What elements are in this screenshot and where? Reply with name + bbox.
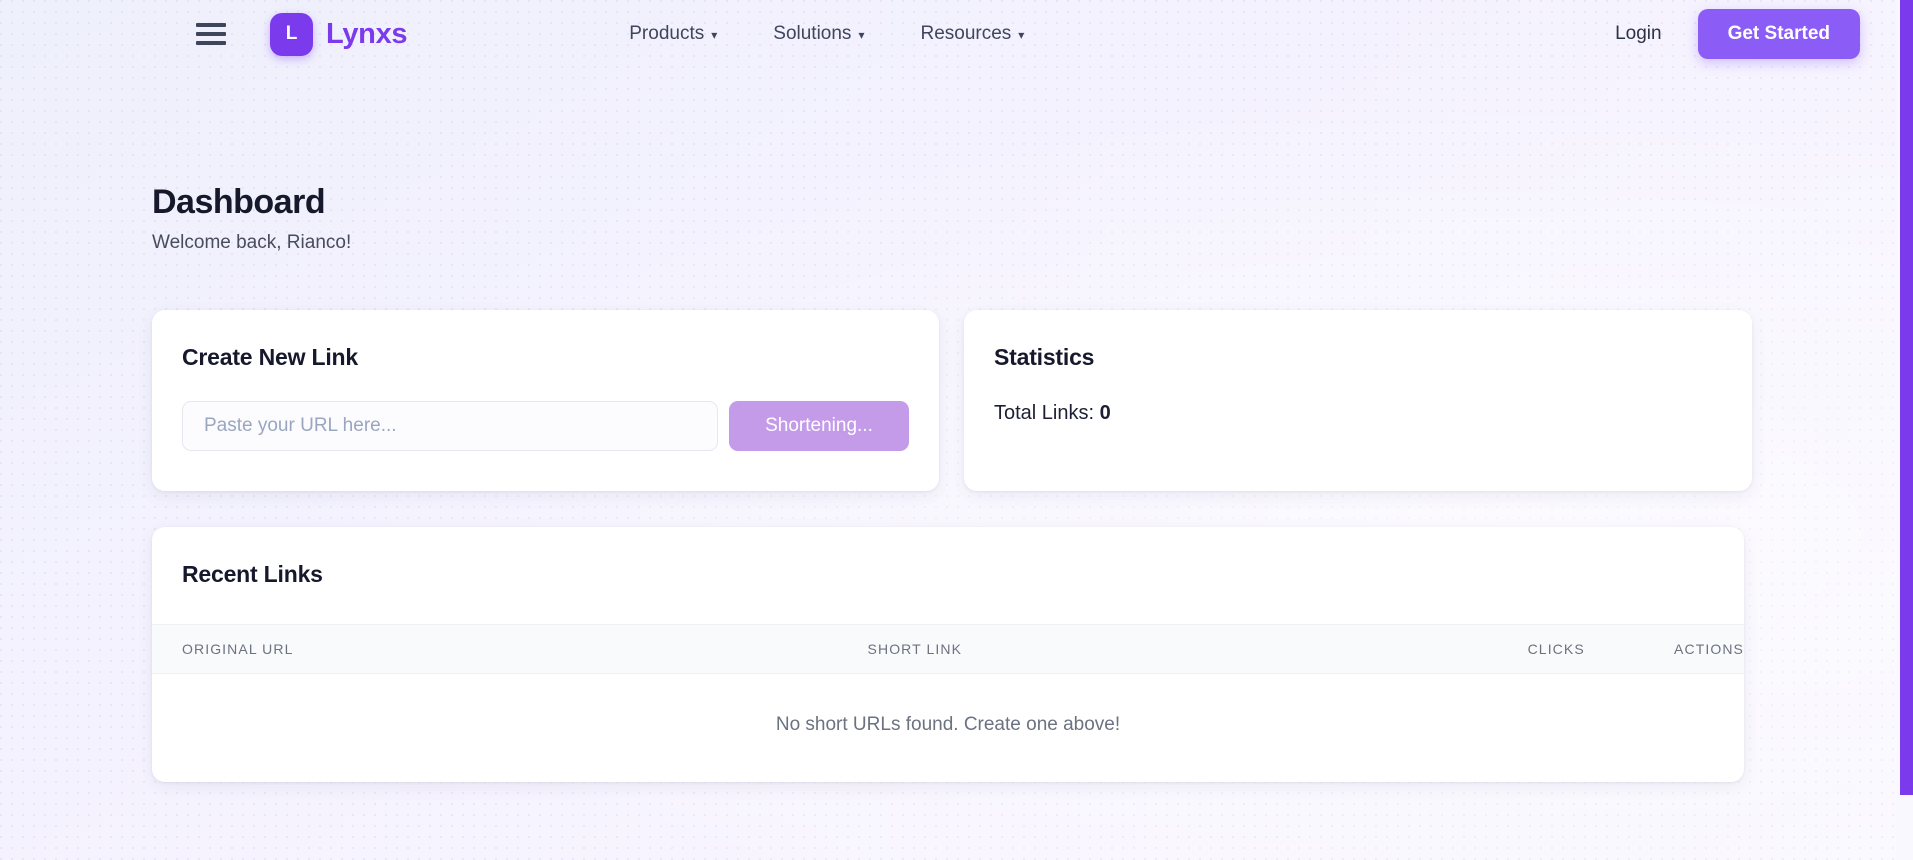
hamburger-menu-icon[interactable] xyxy=(196,23,226,45)
page-title: Dashboard xyxy=(152,183,326,221)
total-links-stat: Total Links: 0 xyxy=(994,402,1722,425)
column-header-short-link: SHORT LINK xyxy=(867,641,963,657)
page-root: L Lynxs Products ▾ Solutions ▾ Resources… xyxy=(0,0,1890,860)
table-head: ORIGINAL URL SHORT LINK CLICKS ACTIONS xyxy=(152,624,1744,674)
recent-links-table: ORIGINAL URL SHORT LINK CLICKS ACTIONS N… xyxy=(152,624,1744,782)
nav-item-resources-label: Resources xyxy=(920,23,1012,44)
nav-actions: Login Get Started xyxy=(1615,9,1860,59)
column-header-original-url: ORIGINAL URL xyxy=(182,641,294,657)
table-header-row: ORIGINAL URL SHORT LINK CLICKS ACTIONS xyxy=(152,624,1744,674)
login-link[interactable]: Login xyxy=(1615,23,1662,45)
hamburger-bar-3 xyxy=(196,41,226,45)
recent-links-card: Recent Links ORIGINAL URL SHORT LINK CLI… xyxy=(152,527,1744,782)
vertical-scrollbar-track[interactable] xyxy=(1897,0,1913,860)
get-started-button[interactable]: Get Started xyxy=(1697,9,1860,59)
nav-item-solutions[interactable]: Solutions ▾ xyxy=(773,23,864,45)
nav-item-products[interactable]: Products ▾ xyxy=(629,23,717,45)
nav-item-products-label: Products xyxy=(629,23,705,44)
total-links-label: Total Links: xyxy=(994,402,1095,424)
chevron-down-icon: ▾ xyxy=(1018,28,1025,42)
brand-logo[interactable]: L Lynxs xyxy=(270,12,408,56)
main-content: Dashboard Welcome back, Rianco! Create N… xyxy=(0,183,1752,782)
brand-badge-icon: L xyxy=(270,12,313,56)
shorten-button[interactable]: Shortening... xyxy=(729,401,909,451)
column-header-actions: ACTIONS xyxy=(1674,641,1744,657)
table-body: No short URLs found. Create one above! xyxy=(152,674,1744,783)
url-input[interactable] xyxy=(182,401,718,451)
chevron-down-icon: ▾ xyxy=(711,28,718,42)
hamburger-bar-1 xyxy=(196,23,226,27)
statistics-title: Statistics xyxy=(994,344,1095,370)
empty-state-row: No short URLs found. Create one above! xyxy=(152,674,1744,783)
create-new-link-title: Create New Link xyxy=(182,344,358,370)
primary-nav-links: Products ▾ Solutions ▾ Resources ▾ xyxy=(629,23,1024,45)
dashboard-cards-row: Create New Link Shortening... Statistics… xyxy=(152,310,1752,491)
nav-item-solutions-label: Solutions xyxy=(773,23,852,44)
top-navigation-bar: L Lynxs Products ▾ Solutions ▾ Resources… xyxy=(0,0,1890,68)
create-link-form: Shortening... xyxy=(182,401,909,451)
chevron-down-icon: ▾ xyxy=(858,28,865,42)
statistics-card: Statistics Total Links: 0 xyxy=(964,310,1752,491)
column-header-clicks: CLICKS xyxy=(1527,641,1585,657)
empty-state-message: No short URLs found. Create one above! xyxy=(775,714,1121,735)
recent-links-header: Recent Links xyxy=(152,527,1744,624)
brand-name: Lynxs xyxy=(326,17,408,50)
create-new-link-card: Create New Link Shortening... xyxy=(152,310,939,491)
nav-item-resources[interactable]: Resources ▾ xyxy=(920,23,1024,45)
total-links-value: 0 xyxy=(1099,402,1111,424)
welcome-message: Welcome back, Rianco! xyxy=(152,232,352,253)
hamburger-bar-2 xyxy=(196,32,226,36)
vertical-scrollbar-thumb[interactable] xyxy=(1900,0,1913,795)
recent-links-title: Recent Links xyxy=(182,561,323,587)
